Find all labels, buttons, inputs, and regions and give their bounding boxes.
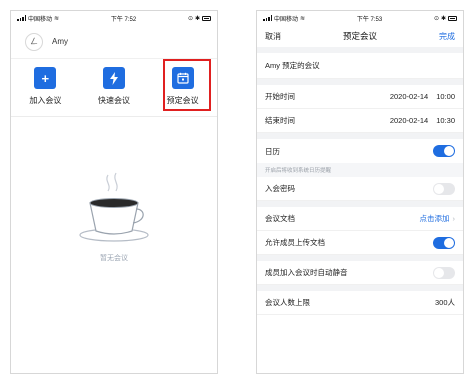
- end-time-row[interactable]: 结束时间 2020-02-14 10:30: [257, 109, 463, 133]
- auto-mute-label: 成员加入会议时自动静音: [265, 268, 348, 277]
- join-meeting-label: 加入会议: [29, 96, 62, 105]
- add-document-link[interactable]: 点击添加: [420, 214, 450, 223]
- status-time: 下午 7:53: [356, 16, 383, 23]
- meeting-title-value: Amy 预定的会议: [265, 61, 320, 70]
- documents-label: 会议文档: [265, 214, 295, 223]
- user-name: Amy: [52, 37, 68, 46]
- coffee-cup-icon: [79, 172, 149, 242]
- wifi-icon: ≋: [54, 15, 60, 22]
- phone-schedule-screen: 中国移动 ≋ 下午 7:53 ⊙ ✱ 取消 预定会议 完成 Amy 预定的会议 …: [256, 10, 464, 374]
- auto-mute-toggle[interactable]: [433, 266, 455, 279]
- end-date-value: 2020-02-14: [389, 116, 429, 125]
- highlight-box: [163, 59, 211, 111]
- meeting-title-field[interactable]: Amy 预定的会议: [257, 53, 463, 79]
- battery-icon: [448, 15, 457, 21]
- calendar-label: 日历: [265, 146, 280, 156]
- signal-icon: [17, 15, 26, 21]
- page-title: 预定会议: [342, 31, 377, 41]
- status-bar: 中国移动 ≋ 下午 7:52 ⊙ ✱: [11, 11, 217, 25]
- max-members-row[interactable]: 会议人数上限 300人: [257, 291, 463, 315]
- plus-icon: +: [34, 67, 57, 89]
- empty-state: 暂无会议: [11, 171, 217, 263]
- documents-row[interactable]: 会议文档 点击添加 ›: [257, 207, 463, 231]
- bluetooth-icon: ✱: [194, 15, 200, 22]
- user-row[interactable]: ㄥ Amy: [11, 25, 217, 59]
- start-time-row[interactable]: 开始时间 2020-02-14 10:00: [257, 85, 463, 109]
- join-meeting-button[interactable]: + 加入会议: [11, 59, 80, 116]
- status-time: 下午 7:52: [110, 16, 137, 23]
- end-time-label: 结束时间: [265, 116, 295, 125]
- quick-actions: + 加入会议 快速会议 预定会议: [11, 59, 217, 117]
- wifi-icon: ≋: [300, 15, 306, 22]
- bluetooth-icon: ✱: [440, 15, 446, 22]
- chevron-right-icon: ›: [452, 214, 456, 223]
- allow-upload-toggle[interactable]: [433, 236, 455, 249]
- nav-bar: 取消 预定会议 完成: [257, 25, 463, 47]
- allow-upload-label: 允许成员上传文档: [265, 238, 325, 247]
- battery-icon: [202, 15, 211, 21]
- max-members-label: 会议人数上限: [265, 298, 310, 307]
- signal-icon: [263, 15, 272, 21]
- max-members-value: 300人: [434, 298, 455, 307]
- quick-meeting-label: 快速会议: [98, 96, 130, 105]
- password-toggle[interactable]: [433, 182, 455, 195]
- calendar-row: 日历: [257, 139, 463, 163]
- start-time-label: 开始时间: [265, 92, 295, 101]
- carrier-label: 中国移动: [274, 16, 299, 23]
- start-date-value: 2020-02-14: [389, 92, 429, 101]
- lightning-icon: [103, 67, 125, 89]
- cancel-button[interactable]: 取消: [265, 31, 281, 42]
- calendar-toggle[interactable]: [433, 145, 455, 157]
- auto-mute-row: 成员加入会议时自动静音: [257, 261, 463, 285]
- lock-rotation-icon: ⊙: [433, 15, 439, 22]
- phone-home-screen: 中国移动 ≋ 下午 7:52 ⊙ ✱ ㄥ Amy + 加入会议 快速会议 预定会…: [10, 10, 218, 374]
- carrier-label: 中国移动: [28, 16, 53, 23]
- allow-upload-row: 允许成员上传文档: [257, 231, 463, 255]
- status-bar: 中国移动 ≋ 下午 7:53 ⊙ ✱: [257, 11, 463, 25]
- end-time-value: 10:30: [436, 116, 455, 125]
- empty-text: 暂无会议: [100, 255, 128, 262]
- password-row: 入会密码: [257, 177, 463, 201]
- password-label: 入会密码: [265, 184, 295, 193]
- done-button[interactable]: 完成: [439, 31, 455, 42]
- avatar[interactable]: ㄥ: [25, 32, 43, 51]
- quick-meeting-button[interactable]: 快速会议: [80, 59, 149, 116]
- lock-rotation-icon: ⊙: [187, 15, 193, 22]
- start-time-value: 10:00: [436, 92, 455, 101]
- calendar-hint: 开启后将收到系统日历提醒: [257, 163, 463, 177]
